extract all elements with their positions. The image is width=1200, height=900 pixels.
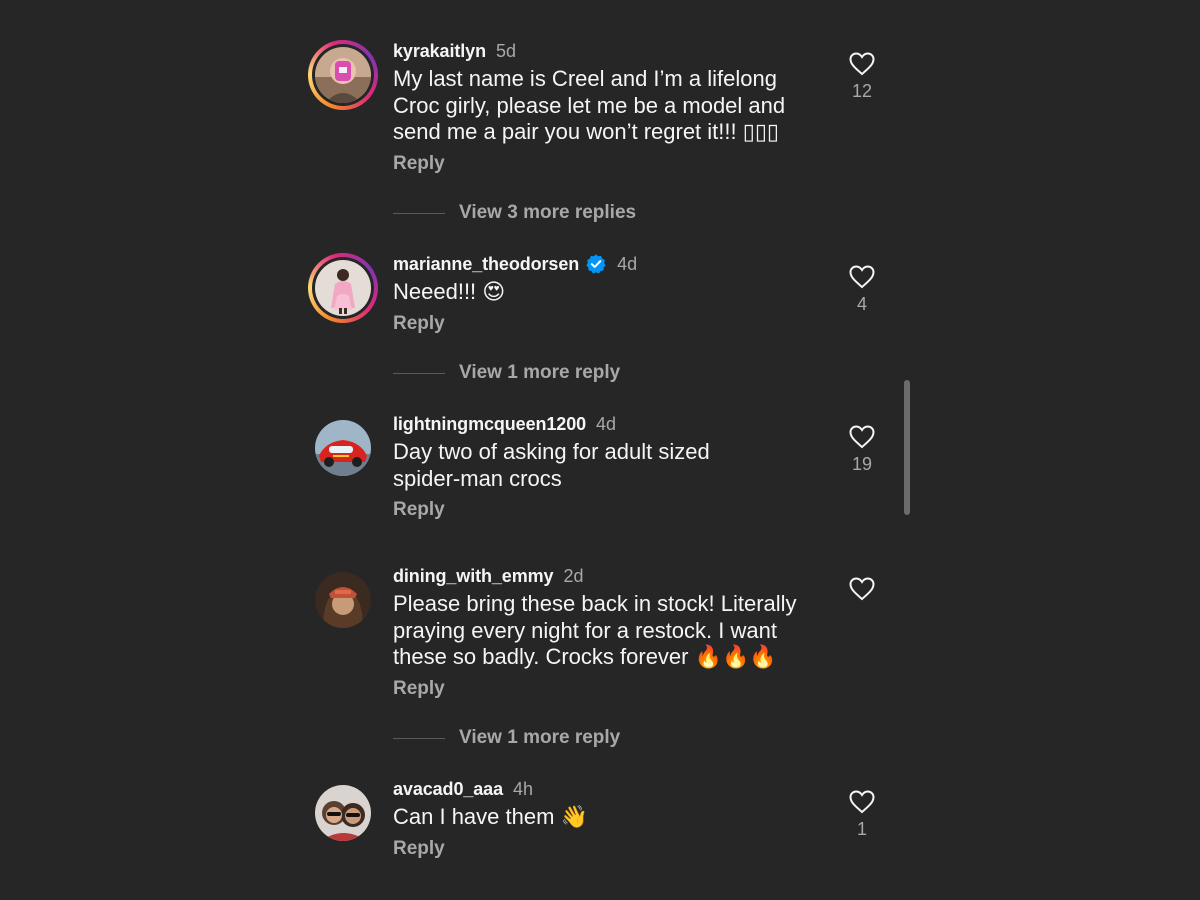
comment-username[interactable]: avacad0_aaa [393,778,503,800]
comment-username[interactable]: dining_with_emmy [393,565,554,587]
avatar-image [315,47,371,103]
avatar[interactable] [308,778,378,848]
reply-button[interactable]: Reply [393,152,833,176]
avatar[interactable] [308,565,378,635]
comment-text: Neeed!!! 😍 [393,279,506,304]
like-control [848,577,876,605]
comment-time: 4d [617,254,638,274]
reply-button[interactable]: Reply [393,837,833,861]
avatar-image [315,420,371,476]
like-count: 12 [851,81,873,101]
view-more-replies-label: View 3 more replies [459,202,637,223]
like-control: 1 [848,790,876,840]
divider-line [393,372,445,374]
avatar[interactable] [308,40,378,110]
verified-badge-icon [586,254,606,274]
comment-time: 2d [563,566,584,586]
comment-time: 5d [495,41,516,61]
heart-icon[interactable] [849,425,875,449]
comment-text: Please bring these back in stock! Litera… [393,591,797,669]
scrollbar-thumb[interactable] [904,380,910,515]
heart-icon[interactable] [849,790,875,814]
like-control: 19 [848,425,876,475]
avatar-image [315,785,371,841]
divider-line [393,212,445,214]
like-count: 4 [856,294,867,314]
comment-username[interactable]: kyrakaitlyn [393,40,486,62]
view-more-replies[interactable]: View 1 more reply [393,727,620,749]
view-more-replies[interactable]: View 3 more replies [393,202,636,224]
like-count: 19 [851,454,873,474]
heart-icon[interactable] [849,265,875,289]
avatar-image [315,572,371,628]
like-count: 1 [856,819,867,839]
reply-button[interactable]: Reply [393,312,833,336]
comment-text: Can I have them 👋 [393,804,588,829]
view-more-replies-label: View 1 more reply [459,362,621,383]
avatar[interactable] [308,413,378,483]
heart-icon[interactable] [849,52,875,76]
divider-line [393,737,445,739]
comment-text: My last name is Creel and I’m a lifelong… [393,66,786,144]
comment-text: Day two of asking for adult sized spider… [393,439,710,491]
view-more-replies[interactable]: View 1 more reply [393,362,620,384]
comments-panel: kyrakaitlyn 5d My last name is Creel and… [0,0,1200,900]
view-more-replies-label: View 1 more reply [459,727,621,748]
avatar-image [315,260,371,316]
comment-username[interactable]: lightningmcqueen1200 [393,413,586,435]
like-control: 4 [848,265,876,315]
reply-button[interactable]: Reply [393,498,833,522]
avatar[interactable] [308,253,378,323]
like-control: 12 [848,52,876,102]
reply-button[interactable]: Reply [393,677,833,701]
comment-time: 4h [513,779,534,799]
comment-username[interactable]: marianne_theodorsen [393,253,579,275]
heart-icon[interactable] [849,577,875,601]
comment-time: 4d [596,414,617,434]
